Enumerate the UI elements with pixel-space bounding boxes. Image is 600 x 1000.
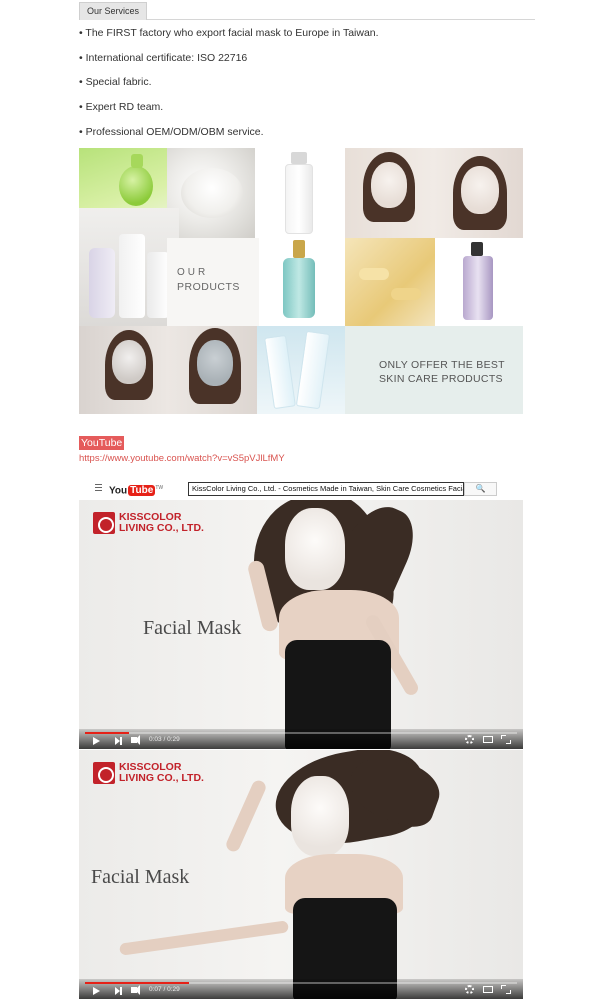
youtube-logo[interactable]: You Tube TW [109,482,163,497]
service-item: • Professional OEM/ODM/OBM service. [79,125,264,138]
oil-capsules-photo [345,238,435,326]
theater-mode-icon[interactable] [483,736,493,743]
hamburger-menu-icon[interactable] [95,484,102,491]
service-item: • Expert RD team. [79,101,164,114]
fullscreen-icon[interactable] [501,985,511,994]
cleanser-tubes-photo [257,326,345,414]
time-display: 0:03 / 0:29 [149,736,180,743]
service-item: • Special fabric. [79,76,152,89]
youtube-heading: YouTube [79,436,125,450]
service-item: • International certificate: ISO 22716 [79,51,248,64]
video-player[interactable]: KISSCOLOR LIVING CO., LTD. Facial Mask 0… [79,750,523,999]
video-title-overlay: Facial Mask [91,866,190,888]
volume-icon[interactable] [131,985,140,995]
video-player[interactable]: KISSCOLOR LIVING CO., LTD. Facial Mask 0… [79,500,523,749]
offer-line2: SKIN CARE PRODUCTS [379,373,503,385]
time-display: 0:07 / 0:29 [149,986,180,993]
progress-bar[interactable] [85,732,517,734]
youtube-search-input[interactable]: KissColor Living Co., Ltd. - Cosmetics M… [188,482,464,496]
next-icon[interactable] [115,737,122,745]
fullscreen-icon[interactable] [501,735,511,744]
product-collage-image: OUR PRODUCTS ONLY OFFER THE BEST SKIN CA… [79,148,523,414]
service-item: • The FIRST factory who export facial ma… [79,27,379,39]
kisscolor-mark-icon [93,762,115,784]
volume-icon[interactable] [131,735,140,745]
our-products-line1: OUR [177,267,209,278]
video-controls: 0:03 / 0:29 [79,729,523,749]
youtube-header-bar: You Tube TW KissColor Living Co., Ltd. - C… [79,478,523,499]
services-tab-bar: Our Services [79,2,535,20]
next-icon[interactable] [115,987,122,995]
services-list: • The FIRST factory who export facial ma… [79,25,539,148]
offer-line1: ONLY OFFER THE BEST [379,359,505,371]
video-title-overlay: Facial Mask [143,617,242,639]
gear-icon[interactable] [465,985,474,994]
play-icon[interactable] [93,737,100,745]
theater-mode-icon[interactable] [483,986,493,993]
play-icon[interactable] [93,987,100,995]
progress-bar[interactable] [85,982,517,984]
progress-fill [85,732,130,734]
tab-our-services[interactable]: Our Services [79,2,148,20]
search-icon[interactable]: 🔍 [464,482,497,496]
best-skin-care-panel: ONLY OFFER THE BEST SKIN CARE PRODUCTS [345,326,523,414]
our-products-panel: OUR PRODUCTS [167,238,259,326]
our-products-line2: PRODUCTS [177,281,240,293]
purple-essence-bottle-photo [435,238,523,326]
cream-jar-photo [167,148,255,238]
youtube-video-link[interactable]: https://www.youtube.com/watch?v=vS5pVJlL… [79,453,285,464]
gear-icon[interactable] [465,735,474,744]
face-mask-model-photo [345,148,523,238]
foam-bottle-photo [255,148,345,238]
kisscolor-mark-icon [93,512,115,534]
serum-bottle-photo [259,238,345,326]
video-controls: 0:07 / 0:29 [79,979,523,999]
clay-mask-model-photo [79,326,257,414]
progress-fill [85,982,190,984]
lotion-bottles-photo [79,208,179,326]
